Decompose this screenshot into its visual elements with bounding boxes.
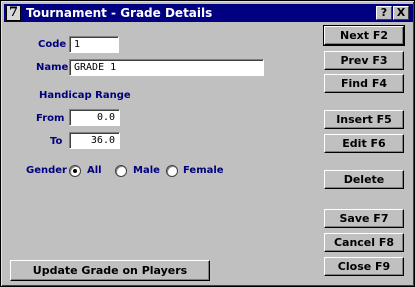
gender-all-label[interactable]: All — [87, 165, 102, 177]
close-window-button[interactable]: X — [393, 6, 409, 20]
gender-male-radio[interactable] — [115, 165, 127, 177]
edit-button[interactable]: Edit F6 — [324, 134, 404, 153]
help-button[interactable]: ? — [376, 6, 392, 20]
from-label: From — [36, 113, 65, 124]
to-field[interactable]: 36.0 — [69, 132, 120, 149]
title-bar[interactable]: 7 Tournament - Grade Details ? X — [4, 4, 413, 22]
find-button[interactable]: Find F4 — [324, 74, 404, 93]
name-label: Name — [36, 62, 69, 73]
app-menu-icon[interactable]: 7 — [6, 5, 21, 21]
close-button[interactable]: Close F9 — [324, 257, 404, 276]
gender-male-label[interactable]: Male — [133, 165, 160, 177]
handicap-range-label: Handicap Range — [39, 90, 131, 101]
prev-button[interactable]: Prev F3 — [324, 51, 404, 70]
gender-all-radio[interactable] — [69, 165, 81, 177]
to-label: To — [50, 136, 63, 147]
next-button[interactable]: Next F2 — [323, 25, 405, 46]
code-field[interactable]: 1 — [69, 36, 119, 53]
gender-label: Gender — [26, 165, 67, 176]
gender-female-label[interactable]: Female — [183, 165, 224, 177]
code-label: Code — [38, 39, 67, 50]
grade-details-window: 7 Tournament - Grade Details ? X Code 1 … — [0, 0, 415, 287]
delete-button[interactable]: Delete — [324, 170, 404, 189]
name-field[interactable]: GRADE 1 — [69, 59, 264, 76]
cancel-button[interactable]: Cancel F8 — [324, 233, 404, 252]
insert-button[interactable]: Insert F5 — [324, 110, 404, 129]
update-grade-on-players-button[interactable]: Update Grade on Players — [10, 260, 210, 281]
save-button[interactable]: Save F7 — [324, 209, 404, 228]
gender-female-radio[interactable] — [166, 165, 178, 177]
window-title: Tournament - Grade Details — [26, 6, 213, 20]
from-field[interactable]: 0.0 — [69, 109, 120, 126]
